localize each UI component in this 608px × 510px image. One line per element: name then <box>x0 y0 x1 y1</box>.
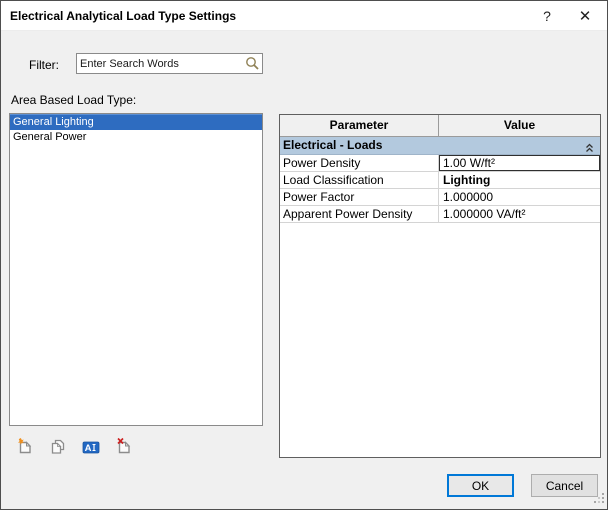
table-row-apparent-power-density: Apparent Power Density 1.000000 VA/ft² <box>280 206 600 223</box>
group-row-electrical-loads[interactable]: Electrical - Loads <box>280 137 600 155</box>
close-button[interactable]: ✕ <box>570 2 600 30</box>
param-apparent-power-density[interactable]: Apparent Power Density <box>280 206 439 222</box>
table-row-load-classification: Load Classification Lighting <box>280 172 600 189</box>
duplicate-load-type-button[interactable] <box>46 437 70 459</box>
value-column-header[interactable]: Value <box>439 115 600 136</box>
new-load-type-button[interactable] <box>13 437 37 459</box>
delete-load-type-icon <box>114 437 134 460</box>
search-input[interactable] <box>77 55 242 72</box>
filter-search-box[interactable] <box>76 53 263 74</box>
list-item-general-power[interactable]: General Power <box>10 130 262 145</box>
value-load-classification[interactable]: Lighting <box>439 172 600 188</box>
electrical-analytical-load-type-settings-dialog: Electrical Analytical Load Type Settings… <box>0 0 608 510</box>
param-power-density[interactable]: Power Density <box>280 155 439 171</box>
param-load-classification[interactable]: Load Classification <box>280 172 439 188</box>
dialog-title: Electrical Analytical Load Type Settings <box>10 8 237 23</box>
help-icon: ? <box>543 8 551 24</box>
table-row-power-factor: Power Factor 1.000000 <box>280 189 600 206</box>
rename-load-type-icon: A <box>81 437 101 460</box>
load-type-toolbar: A <box>13 437 136 459</box>
table-row-power-density: Power Density 1.00 W/ft² <box>280 155 600 172</box>
value-power-factor[interactable]: 1.000000 <box>439 189 600 205</box>
parameter-column-header[interactable]: Parameter <box>280 115 439 136</box>
grid-header-row: Parameter Value <box>280 115 600 137</box>
power-density-edit-field[interactable]: 1.00 W/ft² <box>439 155 600 171</box>
search-icon[interactable] <box>242 54 262 73</box>
value-apparent-power-density[interactable]: 1.000000 VA/ft² <box>439 206 600 222</box>
cancel-button[interactable]: Cancel <box>531 474 598 497</box>
filter-label: Filter: <box>29 58 59 72</box>
area-based-load-type-label: Area Based Load Type: <box>11 93 137 107</box>
collapse-chevrons-icon[interactable] <box>585 141 594 158</box>
param-power-factor[interactable]: Power Factor <box>280 189 439 205</box>
svg-text:A: A <box>85 442 92 453</box>
duplicate-load-type-icon <box>48 437 68 460</box>
titlebar: Electrical Analytical Load Type Settings… <box>1 1 607 31</box>
close-icon: ✕ <box>578 8 592 25</box>
resize-grip[interactable] <box>594 493 605 507</box>
delete-load-type-button[interactable] <box>112 437 136 459</box>
ok-button[interactable]: OK <box>447 474 514 497</box>
parameter-value-grid: Parameter Value Electrical - Loads Power… <box>279 114 601 458</box>
list-item-general-lighting[interactable]: General Lighting <box>10 114 262 130</box>
help-button[interactable]: ? <box>532 2 562 30</box>
value-power-density[interactable]: 1.00 W/ft² <box>439 155 600 171</box>
load-type-listbox[interactable]: General Lighting General Power <box>9 113 263 426</box>
new-load-type-icon <box>15 437 35 460</box>
rename-load-type-button[interactable]: A <box>79 437 103 459</box>
